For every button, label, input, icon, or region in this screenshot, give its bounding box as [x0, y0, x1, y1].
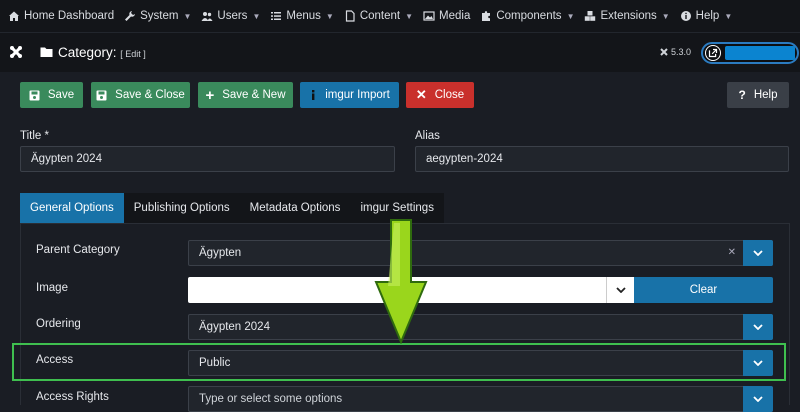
access-select[interactable]: Public [188, 350, 773, 376]
question-icon: ? [738, 88, 746, 102]
save-label: Save [47, 89, 75, 101]
nav-label: Users [217, 10, 248, 22]
access-value: Public [199, 357, 231, 369]
imgur-icon [312, 90, 315, 100]
list-icon [271, 12, 282, 20]
ordering-label: Ordering [36, 318, 81, 330]
chevron-down-icon [615, 287, 626, 293]
caret-down-icon: ▼ [183, 11, 192, 21]
page-title: Category: [ Edit ] [58, 45, 146, 60]
title-label: Title * [20, 130, 49, 142]
access-label: Access [36, 354, 74, 366]
cubes-icon [585, 11, 596, 21]
nav-home-dashboard[interactable]: Home Dashboard [8, 10, 114, 22]
version-text: 5.3.0 [671, 47, 692, 57]
chevron-down-icon [753, 250, 763, 256]
caret-down-icon: ▼ [724, 11, 733, 21]
access-rights-dropdown-button[interactable] [743, 386, 773, 412]
home-icon [9, 11, 19, 21]
parent-category-label: Parent Category [36, 244, 120, 256]
access-rights-select[interactable]: Type or select some options [188, 386, 773, 412]
nav-label: Content [359, 10, 401, 22]
nav-label: Menus [286, 10, 321, 22]
ordering-select[interactable]: Ägypten 2024 [188, 314, 773, 340]
puzzle-icon [482, 11, 491, 21]
close-button[interactable]: ✕ Close [406, 82, 474, 108]
caret-down-icon: ▼ [566, 11, 575, 21]
chevron-down-icon [753, 396, 763, 402]
users-icon [201, 12, 213, 21]
help-button[interactable]: ? Help [727, 82, 789, 108]
nav-components[interactable]: Components ▼ [480, 10, 574, 22]
access-rights-label: Access Rights [36, 391, 109, 403]
ordering-value: Ägypten 2024 [199, 321, 270, 333]
save-new-label: Save & New [222, 89, 286, 101]
nav-menus[interactable]: Menus ▼ [270, 10, 334, 22]
caret-down-icon: ▼ [661, 11, 670, 21]
tab-publishing-options[interactable]: Publishing Options [124, 193, 240, 223]
file-icon [345, 10, 355, 22]
save-close-button[interactable]: Save & Close [91, 82, 190, 108]
save-button[interactable]: Save [20, 82, 83, 108]
nav-help[interactable]: Help ▼ [680, 10, 733, 22]
page-title-text: Category: [58, 45, 117, 60]
save-icon [29, 90, 40, 100]
parent-category-value: Ägypten [199, 247, 242, 259]
close-icon: ✕ [415, 87, 427, 102]
caret-down-icon: ▼ [405, 11, 414, 21]
nav-label: Extensions [600, 10, 657, 22]
close-label: Close [434, 89, 465, 101]
save-close-label: Save & Close [115, 89, 185, 101]
action-toolbar: Save Save & Close + Save & New imgur Imp… [0, 72, 800, 120]
image-icon [423, 11, 435, 21]
nav-users[interactable]: Users ▼ [201, 10, 260, 22]
nav-label: Home Dashboard [24, 10, 115, 22]
chevron-down-icon [753, 324, 763, 330]
access-dropdown-button[interactable] [743, 350, 773, 376]
alias-field[interactable]: aegypten-2024 [415, 146, 789, 172]
caret-down-icon: ▼ [325, 11, 334, 21]
plus-icon: + [205, 86, 215, 104]
imgur-import-button[interactable]: imgur Import [300, 82, 399, 108]
parent-category-dropdown-button[interactable] [743, 240, 773, 266]
nav-label: System [140, 10, 179, 22]
imgur-import-label: imgur Import [325, 89, 390, 101]
parent-category-select[interactable]: Ägypten ✕ [188, 240, 773, 266]
page-mode: [ Edit ] [120, 49, 146, 59]
top-navigation: Home Dashboard System ▼ Users ▼ Menus ▼ Con… [0, 0, 800, 32]
external-link-icon [705, 45, 721, 61]
caret-down-icon: ▼ [252, 11, 261, 21]
save-new-button[interactable]: + Save & New [198, 82, 293, 108]
clear-icon[interactable]: ✕ [728, 247, 736, 258]
chevron-down-icon [753, 360, 763, 366]
nav-system[interactable]: System ▼ [124, 10, 191, 22]
alias-label: Alias [415, 130, 440, 142]
nav-label: Help [695, 10, 720, 22]
tab-general-options[interactable]: General Options [20, 193, 124, 223]
save-icon [96, 90, 107, 100]
annotation-arrow-icon [374, 219, 428, 344]
external-link-button[interactable] [701, 42, 799, 64]
external-link-label-area [725, 46, 795, 60]
nav-content[interactable]: Content ▼ [344, 10, 413, 22]
image-clear-button[interactable]: Clear [634, 277, 773, 303]
title-bar: Category: [ Edit ] 5.3.0 [0, 32, 800, 72]
info-icon [680, 11, 691, 21]
image-label: Image [36, 282, 68, 294]
nav-media[interactable]: Media [423, 10, 470, 22]
nav-extensions[interactable]: Extensions ▼ [584, 10, 670, 22]
nav-label: Components [496, 10, 562, 22]
folder-icon [40, 47, 53, 57]
help-label: Help [753, 89, 778, 101]
joomla-logo-icon[interactable] [9, 45, 23, 59]
version-badge: 5.3.0 [660, 47, 691, 57]
joomla-small-icon [660, 48, 668, 56]
title-field[interactable]: Ägypten 2024 [20, 146, 395, 172]
tab-metadata-options[interactable]: Metadata Options [240, 193, 351, 223]
wrench-icon [125, 11, 136, 21]
access-rights-placeholder: Type or select some options [199, 393, 343, 405]
ordering-dropdown-button[interactable] [743, 314, 773, 340]
nav-label: Media [439, 10, 471, 22]
image-dropdown-toggle[interactable] [606, 277, 634, 303]
